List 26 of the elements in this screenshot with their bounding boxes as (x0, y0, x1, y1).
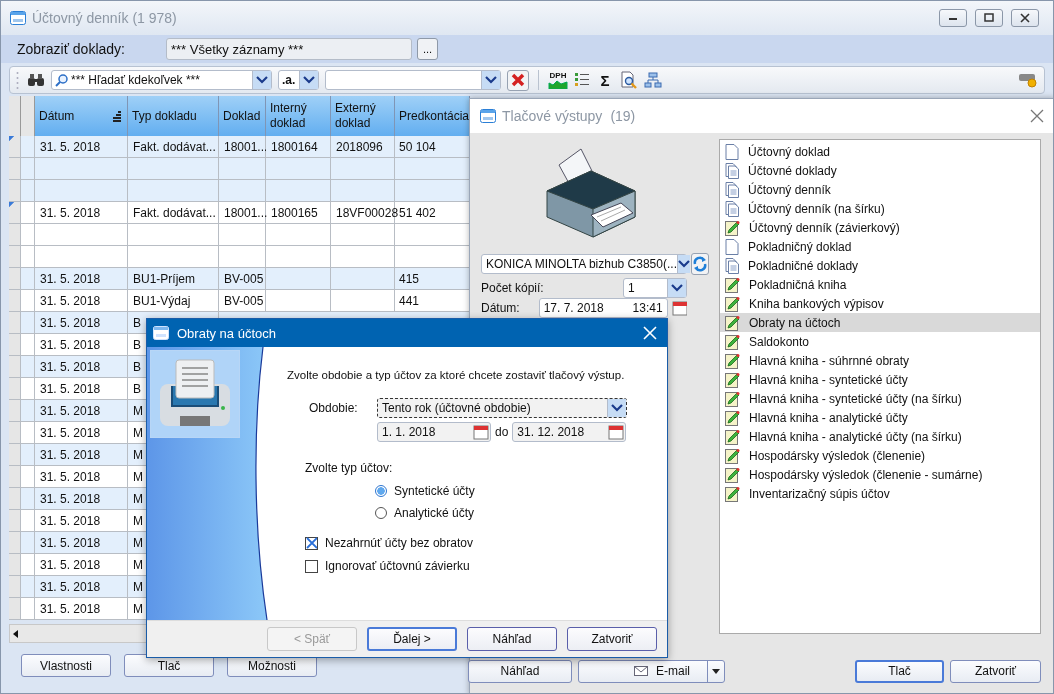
date-cell: 31. 5. 2018 (35, 312, 128, 334)
type-cell: Fakt. dodávat... (128, 136, 219, 158)
document-cell: 18001... (219, 136, 266, 158)
window-title: Účtovný denník (1 978) (32, 10, 177, 26)
window-title: Tlačové výstupy (502, 108, 603, 124)
account-type-label: Zvolte typ účtov: (305, 461, 394, 475)
external-doc-cell: 2018096 (331, 136, 395, 158)
date-cell: 31. 5. 2018 (35, 488, 128, 510)
period-label: Obdobie: (309, 401, 359, 415)
date-cell: 31. 5. 2018 (35, 268, 128, 290)
copies-label: Počet kópií: (481, 281, 545, 295)
date-cell: 31. 5. 2018 (35, 532, 128, 554)
type-cell: BU1-Príjem (128, 268, 219, 290)
date-cell: 31. 5. 2018 (35, 356, 128, 378)
date-range-separator: do (495, 425, 509, 439)
document-cell: BV-005 (219, 268, 266, 290)
filter-label: Zobraziť doklady: (17, 41, 126, 57)
date-cell: 31. 5. 2018 (35, 598, 128, 620)
instruction-text: Zvolte obdobie a typ účtov za ktoré chcete zostaviť tlačový výstup. (287, 369, 626, 381)
date-label: Dátum: (481, 301, 521, 315)
report-count: (19) (610, 108, 636, 124)
date-cell: 31. 5. 2018 (35, 576, 128, 598)
date-cell: 31. 5. 2018 (35, 400, 128, 422)
date-cell: 31. 5. 2018 (35, 136, 128, 158)
date-cell: 31. 5. 2018 (35, 444, 128, 466)
internal-doc-cell: 1800164 (266, 136, 331, 158)
